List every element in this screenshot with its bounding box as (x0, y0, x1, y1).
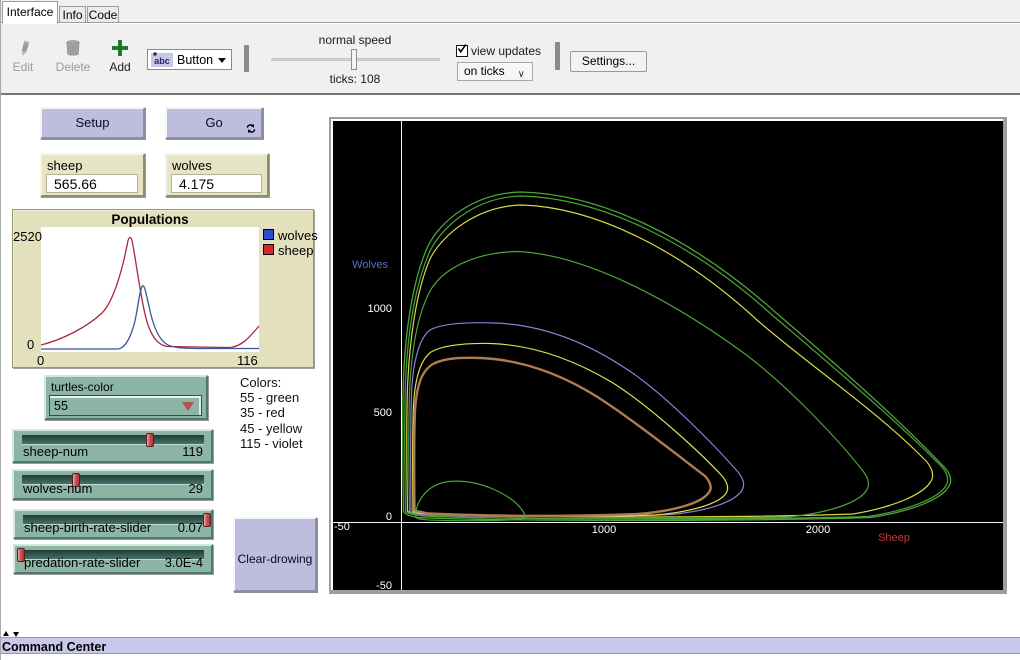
svg-text:2000: 2000 (806, 524, 830, 536)
svg-text:-50: -50 (376, 580, 392, 590)
svg-text:1000: 1000 (368, 303, 392, 315)
svg-text:1000: 1000 (592, 524, 616, 536)
svg-text:0: 0 (386, 511, 392, 523)
svg-text:Sheep: Sheep (878, 532, 910, 544)
svg-text:500: 500 (374, 407, 392, 419)
svg-text:Wolves: Wolves (352, 259, 388, 271)
svg-text:-50: -50 (334, 521, 350, 533)
